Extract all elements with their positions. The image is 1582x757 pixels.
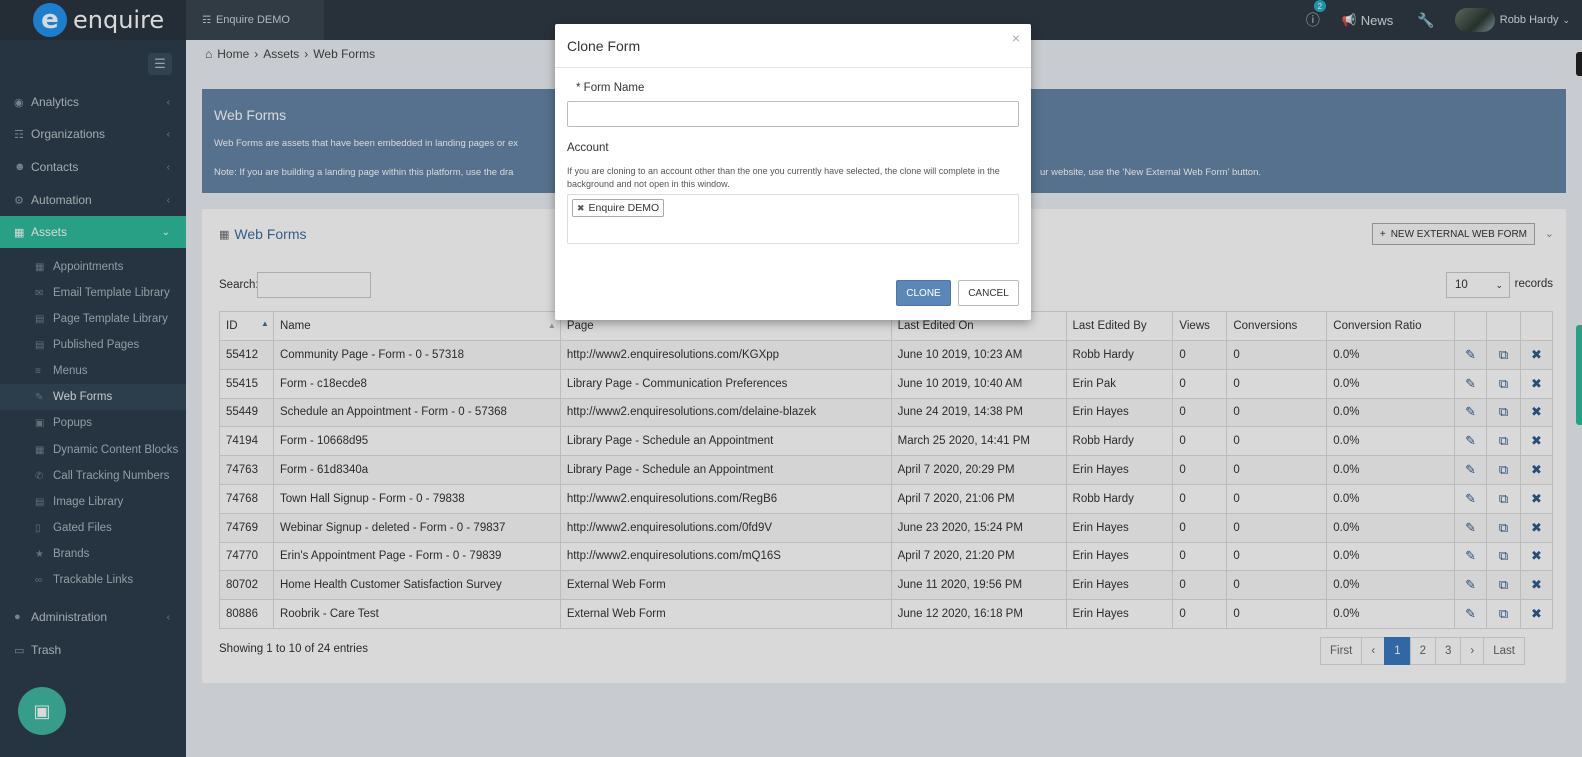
cancel-button[interactable]: CANCEL [958,280,1019,306]
form-name-input[interactable] [567,101,1019,127]
remove-chip-icon[interactable]: ✖ [577,203,585,214]
close-icon[interactable]: × [1012,30,1020,46]
account-chip: ✖ Enquire DEMO [572,199,665,217]
clone-form-modal: Clone Form × * Form Name Account If you … [555,24,1031,320]
modal-header: Clone Form × [555,24,1031,68]
account-select[interactable]: ✖ Enquire DEMO [567,194,1019,244]
account-chip-label: Enquire DEMO [588,202,660,214]
account-note: If you are cloning to an account other t… [567,166,1000,189]
account-label: Account [567,142,609,154]
clone-button[interactable]: CLONE [896,280,951,306]
form-name-label: * Form Name [576,82,645,94]
modal-title: Clone Form [567,38,641,54]
